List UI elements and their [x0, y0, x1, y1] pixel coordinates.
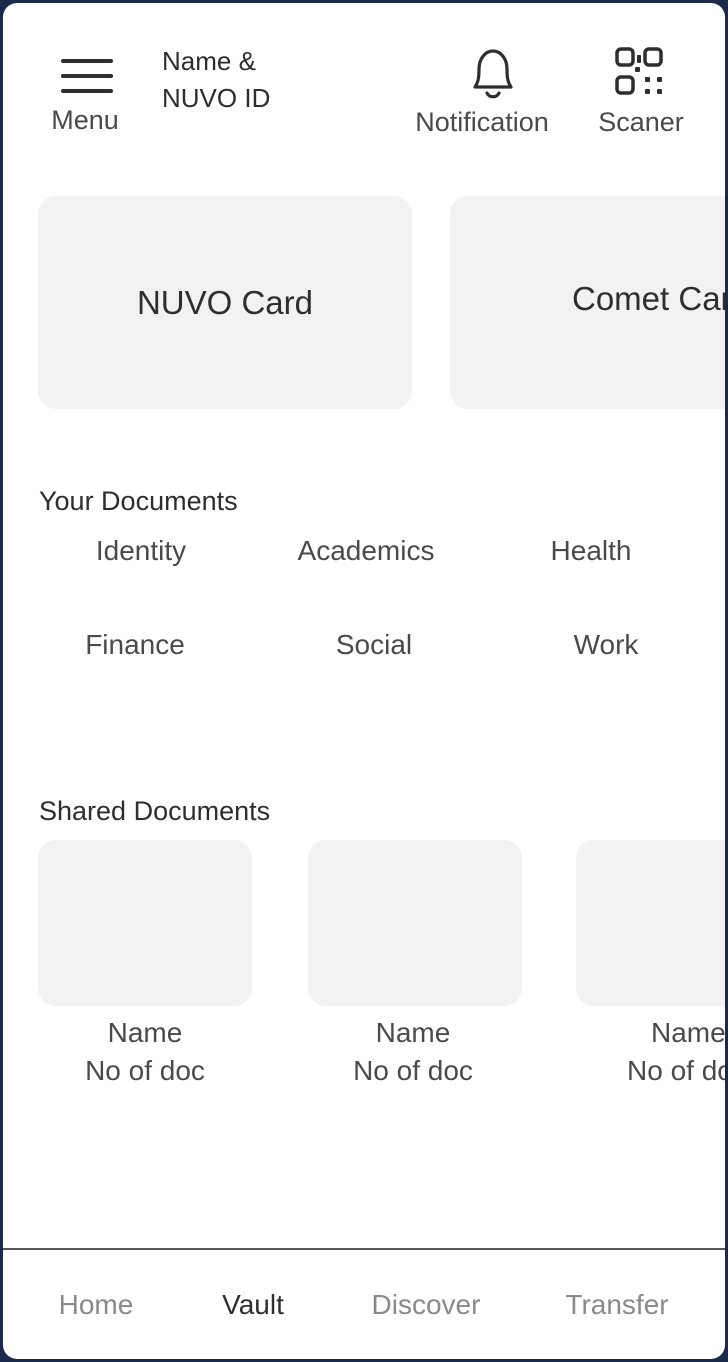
category-academics[interactable]: Academics [281, 535, 451, 567]
category-finance[interactable]: Finance [50, 629, 220, 661]
scanner-label: Scaner [598, 107, 684, 137]
bell-icon [473, 49, 513, 99]
shared-folder-thumbnail[interactable] [38, 840, 252, 1006]
category-identity[interactable]: Identity [56, 535, 226, 567]
nav-transfer[interactable]: Transfer [537, 1289, 697, 1321]
app-screen: Menu Name & NUVO ID Notification Scaner … [3, 3, 725, 1359]
nuvo-card[interactable]: NUVO Card [38, 196, 412, 409]
shared-folder-count: No of doc [353, 1055, 473, 1086]
nav-vault[interactable]: Vault [173, 1289, 333, 1321]
category-social[interactable]: Social [289, 629, 459, 661]
user-name-line: Name & [162, 46, 256, 76]
comet-card-label: Comet Card [572, 279, 725, 317]
category-health[interactable]: Health [506, 535, 676, 567]
comet-card[interactable]: Comet Card [450, 196, 725, 409]
bottom-nav-divider [3, 1248, 725, 1250]
user-name-and-id: Name & NUVO ID [162, 43, 362, 117]
shared-folder-thumbnail[interactable] [576, 840, 725, 1006]
user-id-line: NUVO ID [162, 83, 271, 113]
notification-button[interactable]: Notification [407, 43, 557, 143]
nuvo-card-label: NUVO Card [136, 283, 314, 321]
shared-folder-name: Name [107, 1017, 183, 1048]
category-work[interactable]: Work [521, 629, 691, 661]
menu-label: Menu [51, 105, 119, 135]
nav-discover[interactable]: Discover [346, 1289, 506, 1321]
scanner-button[interactable]: Scaner [593, 43, 693, 143]
your-documents-title: Your Documents [39, 486, 238, 516]
qr-code-icon [615, 47, 663, 95]
nav-home[interactable]: Home [16, 1289, 176, 1321]
hamburger-menu-icon [61, 59, 113, 93]
shared-folder-count: No of doc [627, 1055, 725, 1086]
shared-folder-count: No of doc [85, 1055, 205, 1086]
shared-folder-name: Name [651, 1017, 725, 1048]
shared-folder-thumbnail[interactable] [308, 840, 522, 1006]
shared-documents-title: Shared Documents [39, 796, 271, 826]
notification-label: Notification [415, 107, 549, 137]
menu-button[interactable]: Menu [43, 47, 135, 139]
shared-folder-name: Name [375, 1017, 451, 1048]
